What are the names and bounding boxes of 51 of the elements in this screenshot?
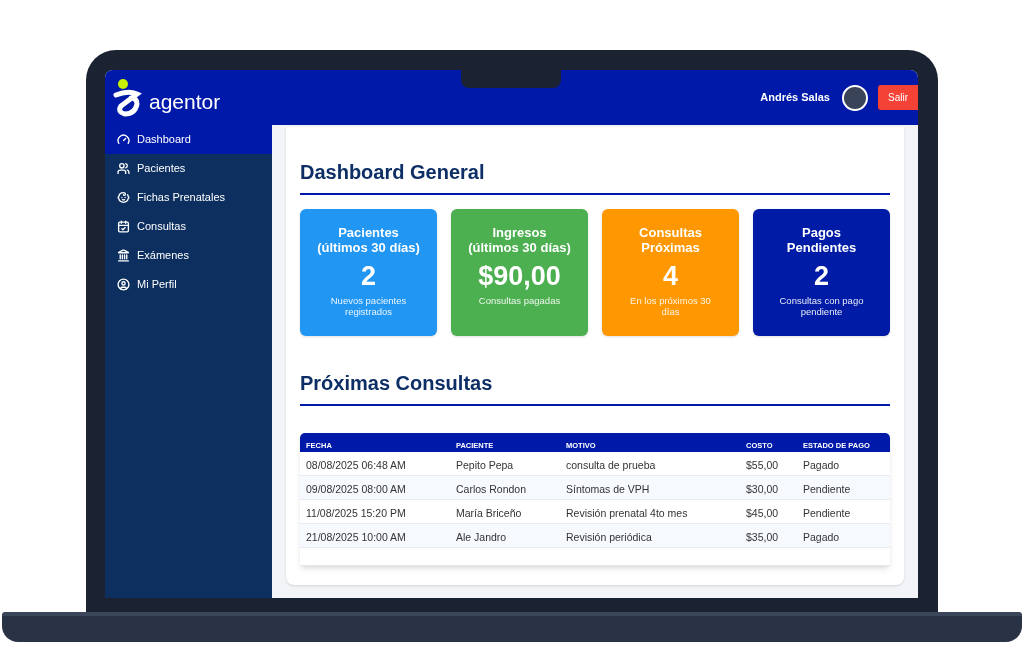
- table-cell: $30,00: [746, 482, 779, 495]
- sidebar-item[interactable]: Consultas: [105, 212, 272, 241]
- table-cell: 21/08/2025 10:00 AM: [306, 530, 406, 543]
- table-cell: 11/08/2025 15:20 PM: [306, 506, 406, 519]
- logo-text: agentor: [149, 88, 221, 115]
- card-caption: Nuevos pacientes registrados: [329, 295, 408, 317]
- logout-button[interactable]: Salir: [878, 85, 918, 110]
- card-title: Pacientes (últimos 30 días): [317, 225, 420, 255]
- table-cell: Pagado: [803, 458, 840, 471]
- table-cell: Pendiente: [803, 506, 851, 519]
- card-title: Consultas Próximas: [639, 225, 702, 255]
- card-caption: Consultas pagadas: [477, 295, 562, 306]
- table-cell: Pagado: [803, 530, 840, 543]
- card-value: 2: [814, 260, 829, 292]
- sidebar-item[interactable]: Dashboard: [105, 125, 272, 154]
- sidebar-item[interactable]: Mi Perfil: [105, 270, 272, 299]
- user-name: Andrés Salas: [760, 90, 830, 106]
- table-cell: consulta de prueba: [566, 458, 656, 471]
- calendar-icon: [117, 220, 130, 233]
- gauge-icon: [117, 133, 130, 146]
- user-icon: [117, 278, 130, 291]
- table-cell: Revisión periódica: [566, 530, 652, 543]
- card-caption: En los próximos 30 días: [629, 295, 712, 317]
- table-cell: $35,00: [746, 530, 779, 543]
- card-value: 4: [663, 260, 678, 292]
- baby-icon: [117, 191, 130, 204]
- users-icon: [117, 162, 130, 175]
- table-cell: 08/08/2025 06:48 AM: [306, 458, 406, 471]
- table-cell: Pendiente: [803, 482, 851, 495]
- card-value: 2: [361, 260, 376, 292]
- table-cell: $45,00: [746, 506, 779, 519]
- table-cell: Ale Jandro: [456, 530, 507, 543]
- table-cell: Carlos Rondon: [456, 482, 527, 495]
- table-cell: 09/08/2025 08:00 AM: [306, 482, 406, 495]
- sidebar-item[interactable]: Exámenes: [105, 241, 272, 270]
- card-title: Ingresos (últimos 30 días): [468, 225, 571, 255]
- logo-icon: [111, 77, 145, 118]
- table-cell: $55,00: [746, 458, 779, 471]
- card-title: Pagos Pendientes: [786, 225, 857, 255]
- table-cell: Síntomas de VPH: [566, 482, 650, 495]
- table-cell: Pepito Pepa: [456, 458, 514, 471]
- table-cell: Revisión prenatal 4to mes: [566, 506, 688, 519]
- sidebar-item[interactable]: Pacientes: [105, 154, 272, 183]
- page-title: Dashboard General: [300, 157, 890, 195]
- avatar[interactable]: [842, 84, 868, 111]
- card-value: $90,00: [478, 260, 561, 292]
- sidebar-item[interactable]: Fichas Prenatales: [105, 183, 272, 212]
- section-title: Próximas Consultas: [300, 368, 890, 406]
- card-caption: Consultas con pago pendiente: [778, 295, 865, 317]
- building-icon: [117, 249, 130, 262]
- table-cell: María Briceño: [456, 506, 522, 519]
